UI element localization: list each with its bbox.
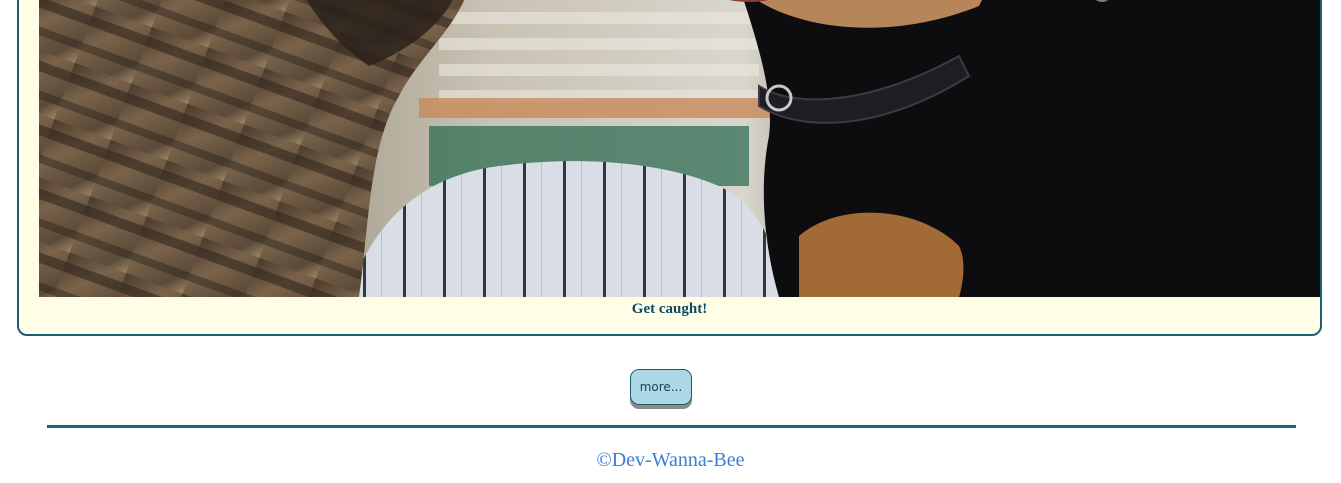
- cat-and-dog-photo: [39, 0, 1320, 297]
- photo-card: Get caught!: [17, 0, 1322, 336]
- photo-caption: Get caught!: [631, 301, 708, 317]
- more-button[interactable]: more...: [630, 369, 692, 405]
- footer-copyright: ©Dev-Wanna-Bee: [596, 449, 745, 471]
- footer-divider: [47, 425, 1296, 428]
